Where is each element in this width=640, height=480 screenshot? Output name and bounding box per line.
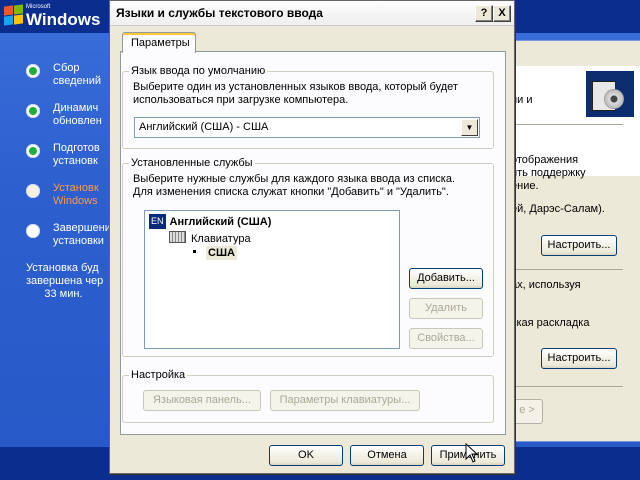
tree-item-label: Клавиатура — [191, 233, 251, 245]
setup-cd-icon — [586, 71, 634, 117]
step-label: Подготов установк — [53, 142, 100, 167]
step-done-icon — [26, 104, 40, 118]
title-bar[interactable]: Языки и службы текстового ввода ? X — [110, 1, 514, 26]
divider — [511, 124, 623, 125]
step-done-icon — [26, 64, 40, 78]
remove-button[interactable]: Удалить — [409, 298, 483, 319]
close-button[interactable]: X — [493, 5, 511, 22]
help-button[interactable]: ? — [475, 5, 493, 22]
add-button[interactable]: Добавить... — [409, 268, 483, 289]
divider — [511, 269, 623, 270]
services-tree[interactable]: EN Английский (США) Клавиатура США — [144, 210, 400, 349]
divider — [511, 386, 623, 387]
language-badge-icon: EN — [149, 214, 166, 229]
group-description: Выберите нужные службы для каждого языка… — [133, 173, 455, 198]
tab-settings[interactable]: Параметры — [122, 32, 196, 53]
setup-steps: Сбор сведений Динамич обновлен Подготов … — [22, 60, 117, 260]
select-value: Английский (США) - США — [139, 121, 269, 133]
next-button[interactable]: e > — [511, 399, 543, 424]
tree-item-label: США — [206, 246, 237, 260]
windows-flag-icon — [4, 4, 24, 26]
tab-label: Параметры — [131, 37, 190, 49]
text-services-dialog: Языки и службы текстового ввода ? X Пара… — [109, 0, 515, 474]
mouse-cursor-icon — [465, 443, 479, 463]
regional-text-5: ская раскладка — [511, 317, 590, 329]
regional-settings-button[interactable]: Настроить... — [541, 235, 617, 256]
key-settings-button[interactable]: Параметры клавиатуры... — [270, 390, 420, 411]
tree-item-language[interactable]: EN Английский (США) — [149, 214, 271, 229]
step-label: Динамич обновлен — [53, 102, 102, 127]
ok-button[interactable]: OK — [269, 445, 343, 466]
group-legend: Язык ввода по умолчанию — [131, 65, 266, 77]
properties-button[interactable]: Свойства... — [409, 328, 483, 349]
tree-item-layout[interactable]: США — [193, 246, 237, 260]
regional-text-3: ей, Дарэс-Салам). — [511, 203, 605, 215]
step-done-icon — [26, 144, 40, 158]
setup-time-remaining: Установка буд завершена чер 33 мин. — [26, 262, 104, 300]
chevron-down-icon[interactable]: ▼ — [461, 119, 478, 136]
language-bar-button[interactable]: Языковая панель... — [143, 390, 261, 411]
step-pending-icon — [26, 224, 40, 238]
input-languages-settings-button[interactable]: Настроить... — [541, 348, 617, 369]
step-collect: Сбор сведений — [22, 60, 112, 100]
step-dynamic-update: Динамич обновлен — [22, 100, 112, 140]
dialog-title: Языки и службы текстового ввода — [116, 6, 323, 20]
group-legend: Установленные службы — [131, 157, 253, 169]
bullet-icon — [193, 250, 196, 253]
tree-item-keyboard[interactable]: Клавиатура — [169, 231, 251, 246]
step-label: Установк Windows — [53, 182, 99, 207]
tree-item-label: Английский (США) — [169, 216, 272, 228]
step-prepare: Подготов установк — [22, 140, 112, 180]
group-legend: Настройка — [131, 369, 186, 381]
default-language-select[interactable]: Английский (США) - США ▼ — [134, 117, 480, 138]
step-label: Завершение установки — [53, 222, 117, 247]
logo-name: Windows — [26, 10, 101, 29]
keyboard-icon — [169, 231, 186, 243]
step-label: Сбор сведений — [53, 62, 101, 87]
cancel-button[interactable]: Отмена — [350, 445, 424, 466]
regional-text-2: отображения ить поддержку ение. — [511, 154, 586, 192]
regional-text-4: ах, используя — [511, 279, 581, 291]
group-description: Выберите один из установленных языков вв… — [133, 81, 458, 106]
step-current-icon — [26, 184, 40, 198]
step-finish: Завершение установки — [22, 220, 117, 260]
step-install-windows: Установк Windows — [22, 180, 112, 220]
